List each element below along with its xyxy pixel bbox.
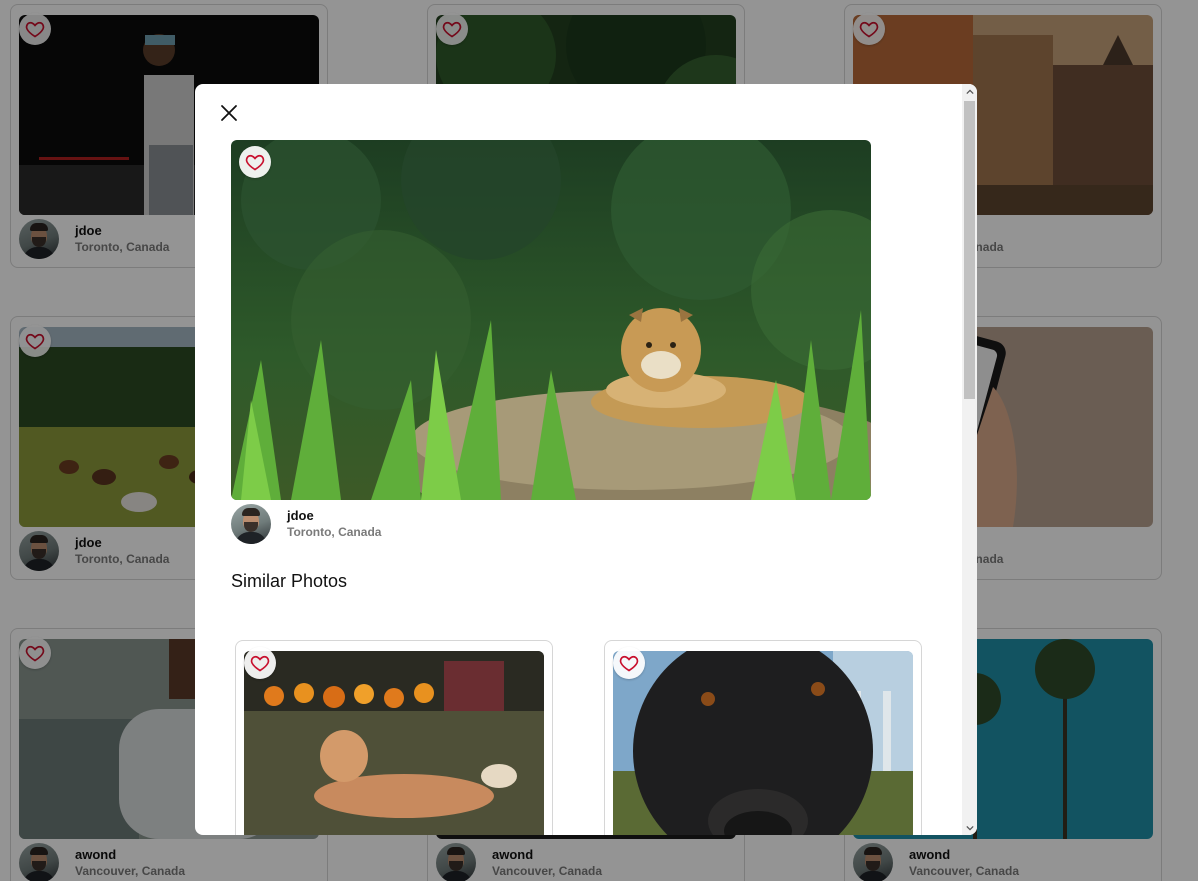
photo-modal: jdoe Toronto, Canada Similar Photos <box>195 84 977 835</box>
main-photo <box>231 140 871 500</box>
avatar <box>231 504 271 544</box>
black-dog-image <box>613 651 913 835</box>
scroll-up-arrow-icon[interactable] <box>962 84 977 99</box>
photo-author[interactable]: jdoe Toronto, Canada <box>231 504 381 544</box>
modal-scrollbar[interactable] <box>962 84 977 835</box>
similar-photo-card[interactable] <box>604 640 922 835</box>
favorite-heart-icon[interactable] <box>239 146 271 178</box>
author-username: jdoe <box>287 508 314 523</box>
similar-photo <box>613 651 913 835</box>
jaguar-image <box>231 140 871 500</box>
scroll-down-arrow-icon[interactable] <box>962 820 977 835</box>
author-location: Toronto, Canada <box>287 525 382 539</box>
scroll-thumb[interactable] <box>964 101 975 399</box>
close-icon[interactable] <box>219 103 239 123</box>
dog-lying-image <box>244 651 544 835</box>
similar-photo-card[interactable] <box>235 640 553 835</box>
favorite-heart-icon[interactable] <box>613 647 645 679</box>
similar-photo <box>244 651 544 835</box>
similar-photos-heading: Similar Photos <box>231 571 348 591</box>
favorite-heart-icon[interactable] <box>244 647 276 679</box>
